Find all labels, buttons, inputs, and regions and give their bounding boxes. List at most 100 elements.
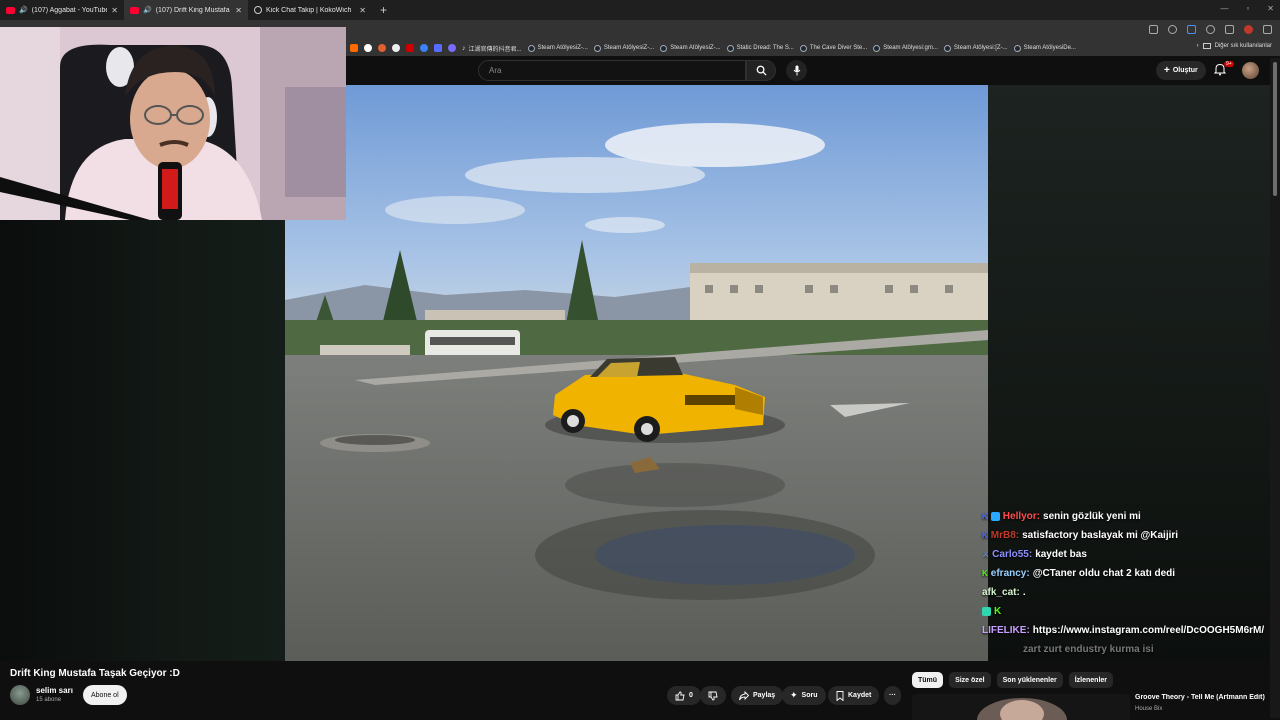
subscribe-button[interactable]: Abone ol	[83, 685, 127, 705]
bookmark-item[interactable]: The Cave Diver Ste...	[799, 44, 868, 52]
chat-text: https://www.instagram.com/reel/DcOOGH5M6…	[1032, 625, 1265, 636]
bookmark-icon[interactable]	[392, 44, 400, 52]
share-button[interactable]: Paylaş	[731, 686, 784, 705]
bookmark-icon[interactable]	[378, 44, 386, 52]
create-button[interactable]: + Oluştur	[1156, 61, 1206, 80]
bookmark-label: Steam AtölyesiDe...	[1023, 45, 1076, 51]
chip-watched[interactable]: İzlenenler	[1068, 672, 1114, 688]
channel-avatar[interactable]	[10, 685, 30, 705]
bookmark-icon[interactable]	[364, 44, 372, 52]
chat-message: K	[982, 602, 1272, 621]
ask-button[interactable]: ✦ Soru	[782, 686, 826, 705]
close-window-button[interactable]: ✕	[1267, 4, 1274, 13]
plus-icon: +	[1164, 65, 1170, 76]
extension-icon[interactable]	[1149, 25, 1158, 34]
minimize-button[interactable]: —	[1220, 4, 1228, 13]
steam-icon	[660, 44, 668, 52]
tab-title: Kick Chat Takip | KokoWich	[266, 6, 352, 14]
sword-badge-icon: ⚔	[982, 550, 990, 559]
window-controls: — ▫ ✕	[1220, 4, 1274, 13]
like-icon	[675, 691, 685, 700]
webcam-overlay	[0, 27, 346, 220]
chevron-right-icon[interactable]: ›	[1197, 43, 1199, 49]
youtube-masthead: Ara + Oluştur 9+	[346, 56, 1280, 85]
new-tab-button[interactable]: +	[372, 3, 395, 17]
bookmark-label: Steam AtölyesiZ-...	[537, 45, 588, 51]
browser-tab-active[interactable]: 🔊 (107) Drift King Mustafa Taşak ✕	[124, 0, 248, 20]
channel-name[interactable]: selim sarı	[36, 686, 73, 695]
voice-search-button[interactable]	[786, 60, 807, 81]
save-button[interactable]: Kaydet	[828, 686, 880, 705]
video-player[interactable]	[285, 85, 988, 661]
bookmark-item[interactable]: Steam AtölyesiZ-...	[593, 44, 654, 52]
maximize-button[interactable]: ▫	[1246, 4, 1249, 13]
chat-text: kaydet bas	[1035, 549, 1087, 560]
bookmark-label: The Cave Diver Ste...	[809, 45, 868, 51]
bookmark-icon[interactable]	[350, 44, 358, 52]
steam-icon	[873, 44, 881, 52]
audio-icon[interactable]: 🔊	[143, 6, 152, 14]
menu-icon[interactable]	[1263, 25, 1272, 34]
bookmark-icon[interactable]	[420, 44, 428, 52]
bookmark-label: Steam AtölyesiZ-...	[670, 45, 721, 51]
search-input[interactable]: Ara	[478, 60, 746, 81]
bookmark-item[interactable]: Steam Atölyesi:[Z-...	[943, 44, 1008, 52]
scrollbar-thumb[interactable]	[1273, 62, 1277, 196]
chat-username: MrB8:	[990, 530, 1020, 541]
chat-text: senin gözlük yeni mi	[1043, 511, 1141, 522]
bookmark-icon[interactable]	[406, 44, 414, 52]
extension-icon[interactable]	[1187, 25, 1196, 34]
dislike-button[interactable]	[700, 686, 726, 705]
steam-icon	[799, 44, 807, 52]
chip-all[interactable]: Tümü	[912, 672, 944, 688]
video-frame	[285, 85, 988, 661]
tab-title: (107) Aggabat - YouTube	[31, 6, 108, 14]
bookmarks-bar: ♪ 江湖官傳的抖音君... Steam AtölyesiZ-... Steam A…	[346, 40, 1280, 56]
save-label: Kaydet	[848, 692, 872, 699]
search-icon	[756, 65, 767, 76]
close-icon[interactable]: ✕	[235, 6, 242, 15]
folder-icon	[1202, 43, 1211, 49]
chip-for-you[interactable]: Size özel	[949, 672, 991, 688]
extension-icon[interactable]	[1225, 25, 1234, 34]
browser-tab[interactable]: 🔊 (107) Aggabat - YouTube ✕	[0, 0, 124, 20]
bookmark-item[interactable]: Static Dread: The S...	[726, 44, 794, 52]
other-bookmarks[interactable]: › Diğer sık kullanılanlar	[1197, 43, 1272, 49]
audio-icon[interactable]: 🔊	[19, 6, 28, 14]
bookmark-item[interactable]: Steam AtölyesiZ-...	[660, 44, 721, 52]
recommended-video-title[interactable]: Groove Theory - Tell Me (Artmann Edit)	[1135, 694, 1270, 701]
star-icon[interactable]	[1168, 25, 1177, 34]
bookmark-item[interactable]: Steam AtölyesiZ-...	[527, 44, 588, 52]
youtube-icon	[6, 6, 15, 14]
search-button[interactable]	[746, 60, 776, 81]
sub-badge-icon	[982, 607, 991, 616]
bookmark-icon[interactable]	[448, 44, 456, 52]
more-actions-button[interactable]: ···	[884, 686, 901, 705]
chip-recently-uploaded[interactable]: Son yüklenenler	[996, 672, 1063, 688]
globe-icon	[254, 6, 262, 14]
browser-tab[interactable]: Kick Chat Takip | KokoWich ✕	[248, 0, 372, 20]
recommended-video-thumbnail[interactable]	[912, 694, 1130, 720]
close-icon[interactable]: ✕	[111, 6, 118, 15]
bookmark-label: 江湖官傳的抖音君...	[468, 46, 522, 53]
video-title: Drift King Mustafa Taşak Geçiyor :D	[10, 668, 180, 679]
refresh-icon[interactable]	[1206, 25, 1215, 34]
chat-username: Hellyor:	[1002, 511, 1041, 522]
avatar[interactable]	[1242, 62, 1259, 79]
screen: 🔊 (107) Aggabat - YouTube ✕ 🔊 (107) Drif…	[0, 0, 1280, 720]
profile-icon[interactable]	[1244, 25, 1253, 34]
like-button[interactable]: 0	[667, 686, 701, 705]
chat-message: K efrancy: @CTaner oldu chat 2 katı dedi	[982, 564, 1272, 583]
close-icon[interactable]: ✕	[359, 6, 366, 15]
chat-username: afk_cat:	[982, 587, 1020, 598]
bookmark-item[interactable]: Steam Atölyesi:gm...	[873, 44, 938, 52]
bookmark-item[interactable]: ♪ 江湖官傳的抖音君...	[462, 44, 522, 53]
sub-badge-icon	[990, 512, 1000, 521]
steam-icon	[527, 44, 535, 52]
channel-subscriber-count: 15 abone	[36, 697, 62, 703]
chat-username: LIFELIKE:	[982, 625, 1030, 636]
chat-message: LIFELIKE: https://www.instagram.com/reel…	[982, 621, 1272, 640]
bookmark-icon[interactable]	[434, 44, 442, 52]
bookmark-item[interactable]: Steam AtölyesiDe...	[1013, 44, 1076, 52]
share-label: Paylaş	[753, 692, 776, 699]
